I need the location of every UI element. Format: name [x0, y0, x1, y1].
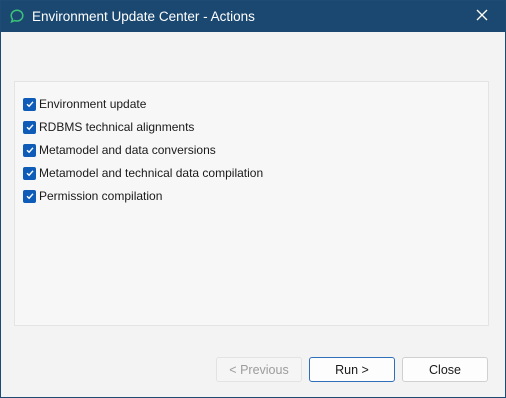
checkbox-metamodel-compilation[interactable] [23, 166, 36, 180]
option-label: Metamodel and technical data compilation [39, 166, 264, 180]
dialog-window: Environment Update Center - Actions Envi… [0, 0, 506, 398]
option-label: RDBMS technical alignments [39, 120, 195, 134]
run-button[interactable]: Run > [309, 357, 395, 382]
previous-button[interactable]: < Previous [216, 357, 302, 382]
option-label: Metamodel and data conversions [39, 143, 216, 157]
option-rdbms-alignments[interactable]: RDBMS technical alignments [23, 119, 194, 135]
window-title: Environment Update Center - Actions [32, 9, 255, 24]
checkbox-environment-update[interactable] [23, 97, 36, 111]
option-metamodel-compilation[interactable]: Metamodel and technical data compilation [23, 165, 263, 181]
checkbox-rdbms-alignments[interactable] [23, 120, 36, 134]
actions-panel: Environment update RDBMS technical align… [14, 81, 489, 326]
option-label: Permission compilation [39, 189, 163, 203]
option-label: Environment update [39, 97, 147, 111]
option-environment-update[interactable]: Environment update [23, 96, 146, 112]
title-bar: Environment Update Center - Actions [1, 1, 505, 32]
checkbox-metamodel-conversions[interactable] [23, 143, 36, 157]
checkbox-permission-compilation[interactable] [23, 189, 36, 203]
close-button[interactable]: Close [402, 357, 488, 382]
speech-bubble-icon [10, 9, 24, 24]
close-window-button[interactable] [459, 1, 505, 32]
close-icon [476, 8, 488, 26]
option-permission-compilation[interactable]: Permission compilation [23, 188, 162, 204]
option-metamodel-conversions[interactable]: Metamodel and data conversions [23, 142, 216, 158]
